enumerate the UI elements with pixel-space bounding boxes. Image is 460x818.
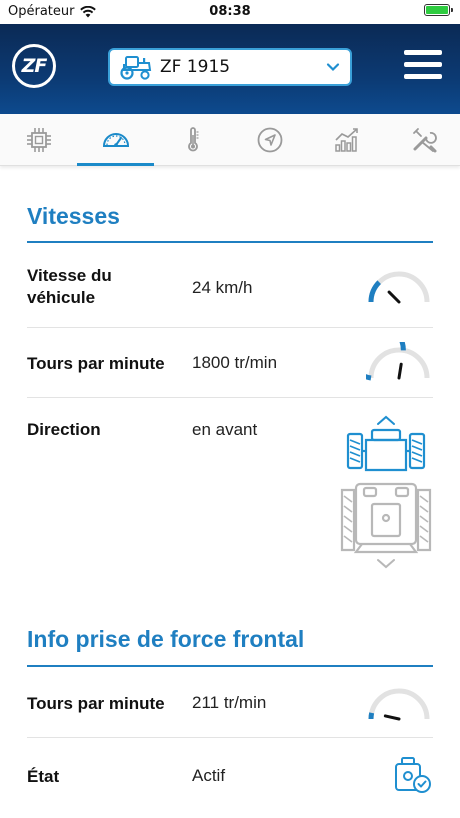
gauge-needle xyxy=(387,290,401,304)
pto-state-value: Actif xyxy=(192,766,226,785)
status-right xyxy=(424,4,453,16)
vehicle-speed-value: 24 km/h xyxy=(192,278,253,297)
thermometer-icon xyxy=(187,127,198,152)
tab-navigation[interactable] xyxy=(231,114,308,166)
pto-active-icon xyxy=(395,757,431,793)
direction-value: en avant xyxy=(192,420,258,439)
tab-bar xyxy=(0,114,460,166)
rpm-value: 1800 tr/min xyxy=(192,353,278,372)
section-title-front-pto: Info prise de force frontal xyxy=(27,626,305,652)
chevron-down-icon xyxy=(326,63,340,72)
gauge-fill xyxy=(368,712,375,720)
status-time: 08:38 xyxy=(209,4,251,19)
rpm-gauge-icon xyxy=(366,342,430,381)
logo-text: ZF xyxy=(21,55,48,77)
pto-state-label: État xyxy=(27,767,60,786)
section-divider xyxy=(27,665,433,667)
battery-level xyxy=(426,6,448,14)
navigation-icon xyxy=(257,127,282,153)
app-header: ZF ZF 1915 xyxy=(0,24,460,114)
gauge-needle xyxy=(397,362,403,380)
gauge-needle xyxy=(383,714,401,721)
gauge-track xyxy=(368,271,430,303)
tab-service[interactable] xyxy=(385,114,460,166)
tab-electronics[interactable] xyxy=(0,114,77,166)
row-divider xyxy=(27,397,433,398)
chart-icon xyxy=(334,128,358,152)
direction-label: Direction xyxy=(27,420,101,439)
chip-icon xyxy=(26,128,51,152)
pto-rpm-gauge-icon xyxy=(368,688,430,721)
zf-logo: ZF xyxy=(12,44,56,88)
tools-icon xyxy=(412,128,437,153)
vehicle-speed-label-line2: véhicule xyxy=(27,288,96,307)
tab-speeds[interactable] xyxy=(77,114,154,166)
row-divider xyxy=(27,327,433,328)
pto-rpm-value: 211 tr/min xyxy=(192,693,267,712)
section-title-speeds: Vitesses xyxy=(27,203,120,229)
speedometer-icon xyxy=(102,133,129,147)
hamburger-menu-icon[interactable] xyxy=(404,50,442,82)
gauge-track xyxy=(368,688,430,720)
rpm-label: Tours par minute xyxy=(27,354,165,373)
tab-temperature[interactable] xyxy=(154,114,231,166)
status-bar: Opérateur 08:38 xyxy=(0,0,460,24)
vehicle-speed-label-line1: Vitesse du xyxy=(27,266,112,285)
tractor-icon xyxy=(120,56,152,80)
tab-statistics[interactable] xyxy=(308,114,385,166)
battery-icon xyxy=(424,4,453,16)
vehicle-speed-label: Vitesse du véhicule xyxy=(27,265,112,309)
row-divider xyxy=(27,737,433,738)
section-divider xyxy=(27,241,433,243)
vehicle-selector[interactable]: ZF 1915 xyxy=(108,48,352,86)
vehicle-speed-gauge-icon xyxy=(368,271,430,304)
pto-rpm-label: Tours par minute xyxy=(27,694,165,713)
vehicle-name: ZF 1915 xyxy=(160,57,231,77)
tractor-direction-forward-icon xyxy=(340,415,432,569)
gauge-fill xyxy=(368,280,382,303)
